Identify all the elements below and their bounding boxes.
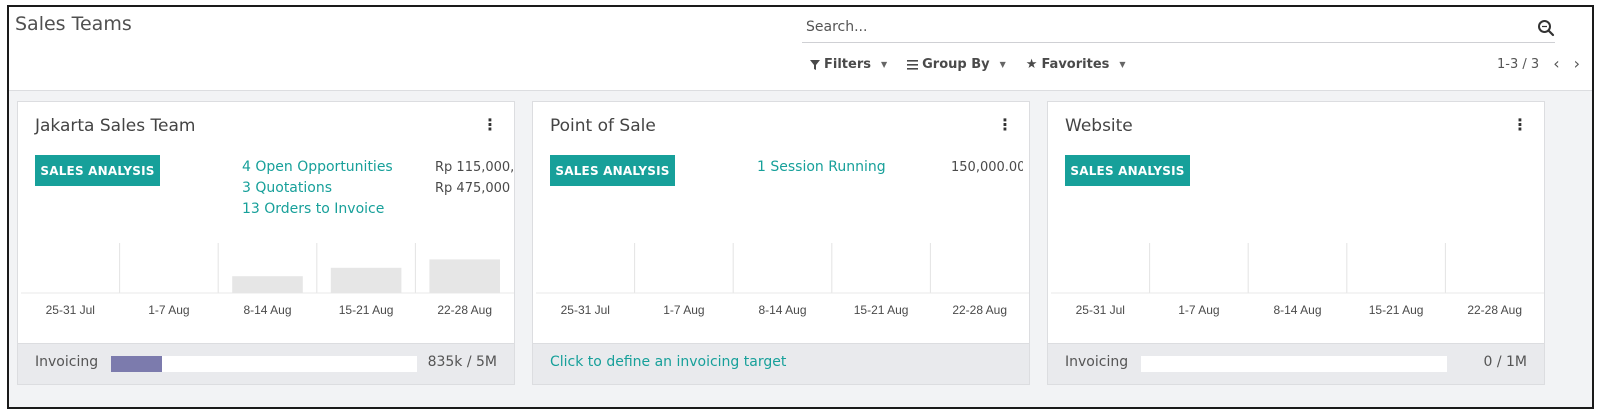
caret-down-icon: ▼ [1119,60,1126,69]
filters-label: Filters [824,57,871,72]
chart-ticks: 25-31 Jul 1-7 Aug 8-14 Aug 15-21 Aug 22-… [21,303,514,317]
chevron-left-icon[interactable]: ‹ [1553,56,1559,72]
team-chart[interactable] [1051,243,1544,305]
chart-tick: 8-14 Aug [758,303,807,317]
invoicing-footer: Invoicing 0 / 1M [1048,343,1544,384]
team-card-website[interactable]: Website ⋮ SALES ANALYSIS 25-31 Jul 1-7 A… [1047,101,1545,385]
progress-fill [111,356,163,372]
orders-to-invoice-link[interactable]: 13 Orders to Invoice [242,199,393,220]
chevron-right-icon[interactable]: › [1574,56,1580,72]
chart-tick: 25-31 Jul [560,303,610,317]
chart-tick: 22-28 Aug [952,303,1008,317]
chart-tick: 25-31 Jul [1075,303,1125,317]
favorites-button[interactable]: ★ Favorites ▼ [1026,57,1126,72]
sales-analysis-button[interactable]: SALES ANALYSIS [1065,155,1190,186]
vertical-dots-icon[interactable]: ⋮ [482,115,498,134]
chart-tick: 15-21 Aug [338,303,394,317]
invoicing-value[interactable]: 0 / 1M [1483,354,1527,370]
search-icon[interactable] [1537,19,1555,37]
chart-tick: 8-14 Aug [1273,303,1322,317]
kanban-view: Jakarta Sales Team ⋮ SALES ANALYSIS 4 Op… [17,101,1545,385]
team-card-point-of-sale[interactable]: Point of Sale ⋮ SALES ANALYSIS 1 Session… [532,101,1030,385]
filters-button[interactable]: Filters ▼ [810,57,887,72]
session-amount: 150,000.00 [951,160,1023,175]
filter-icon [810,59,820,70]
chart-tick: 25-31 Jul [45,303,95,317]
chart-tick: 1-7 Aug [663,303,705,317]
team-name: Jakarta Sales Team [35,116,196,136]
page-title: Sales Teams [15,13,132,35]
chart-tick: 15-21 Aug [1368,303,1424,317]
team-chart[interactable] [536,243,1029,305]
control-panel: Sales Teams Filters ▼ Group By ▼ ★ [9,7,1592,91]
groupby-label: Group By [922,57,990,72]
session-running-link[interactable]: 1 Session Running [757,157,886,178]
chart-tick: 8-14 Aug [243,303,292,317]
list-icon [907,59,919,70]
opportunities-amount: Rp 115,000,0 [435,160,515,175]
favorites-label: Favorites [1041,57,1110,72]
pager: 1-3 / 3 ‹ › [1497,56,1580,72]
quotations-link[interactable]: 3 Quotations [242,178,393,199]
team-name: Point of Sale [550,116,656,136]
chart-bar[interactable] [429,259,500,293]
chart-tick: 1-7 Aug [148,303,190,317]
search-input[interactable] [806,16,1506,38]
team-chart[interactable] [21,243,514,305]
search-options: Filters ▼ Group By ▼ ★ Favorites ▼ [810,57,1126,72]
team-links: 1 Session Running [757,157,886,178]
chart-bar[interactable] [330,267,402,293]
chart-tick: 22-28 Aug [1467,303,1523,317]
define-invoicing-target-link[interactable]: Click to define an invoicing target [550,354,786,370]
team-links: 4 Open Opportunities 3 Quotations 13 Ord… [242,157,393,220]
sales-analysis-button[interactable]: SALES ANALYSIS [35,155,160,186]
invoicing-progress-bar[interactable] [111,356,417,372]
invoicing-footer: Click to define an invoicing target [533,343,1029,384]
chart-ticks: 25-31 Jul 1-7 Aug 8-14 Aug 15-21 Aug 22-… [536,303,1029,317]
invoicing-label: Invoicing [1065,354,1129,370]
app-window: Sales Teams Filters ▼ Group By ▼ ★ [7,5,1594,409]
caret-down-icon: ▼ [999,60,1006,69]
sales-analysis-button[interactable]: SALES ANALYSIS [550,155,675,186]
team-name: Website [1065,116,1133,136]
team-amounts: Rp 115,000,0 Rp 475,000 [435,157,515,199]
chart-tick: 22-28 Aug [437,303,493,317]
chart-bar[interactable] [232,276,303,293]
caret-down-icon: ▼ [880,60,888,69]
team-card-jakarta[interactable]: Jakarta Sales Team ⋮ SALES ANALYSIS 4 Op… [17,101,515,385]
vertical-dots-icon[interactable]: ⋮ [1512,115,1528,134]
invoicing-label: Invoicing [35,354,99,370]
star-icon: ★ [1025,57,1038,72]
invoicing-progress-bar[interactable] [1141,356,1447,372]
chart-ticks: 25-31 Jul 1-7 Aug 8-14 Aug 15-21 Aug 22-… [1051,303,1544,317]
search-box [802,13,1555,43]
invoicing-value[interactable]: 835k / 5M [428,354,497,370]
team-amounts: 150,000.00 [951,157,1023,178]
groupby-button[interactable]: Group By ▼ [907,57,1006,72]
chart-tick: 15-21 Aug [853,303,909,317]
open-opportunities-link[interactable]: 4 Open Opportunities [242,157,393,178]
pager-value[interactable]: 1-3 / 3 [1497,57,1539,72]
chart-tick: 1-7 Aug [1178,303,1220,317]
quotations-amount: Rp 475,000 [435,181,511,196]
invoicing-footer: Invoicing 835k / 5M [18,343,514,384]
vertical-dots-icon[interactable]: ⋮ [997,115,1013,134]
